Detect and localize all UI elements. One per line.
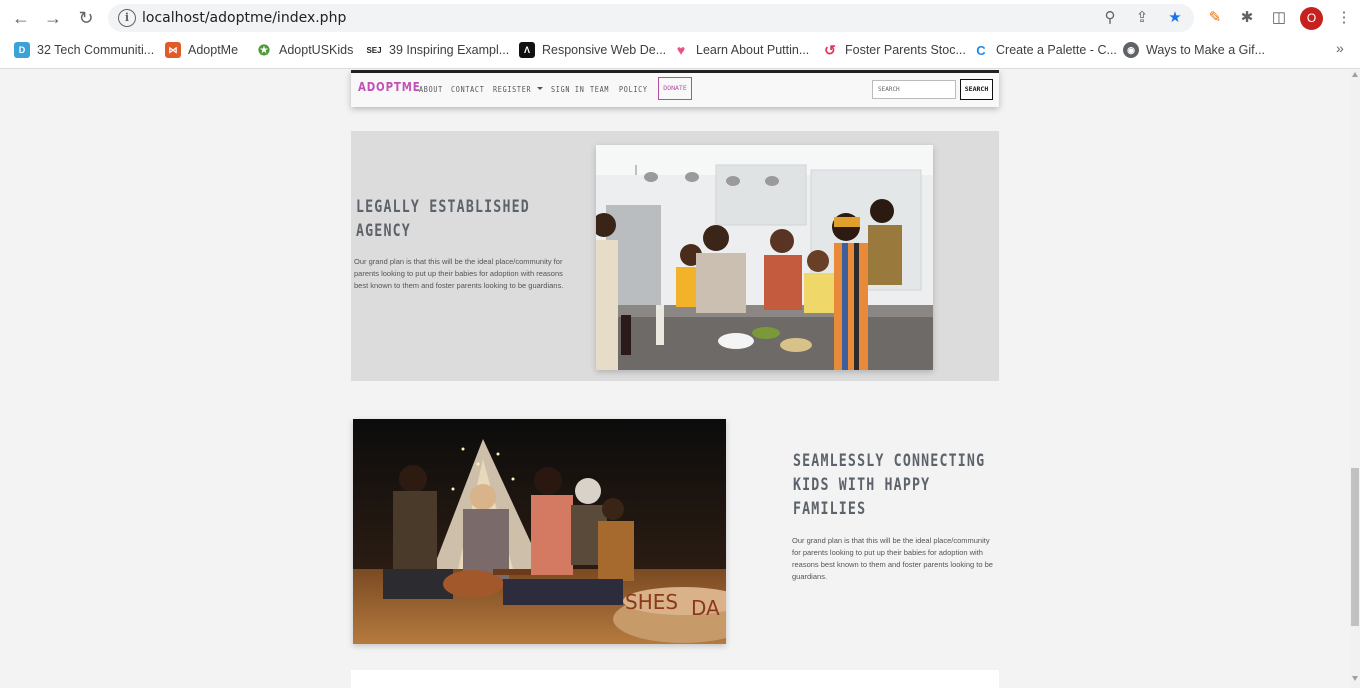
browser-chrome: ← → ↻ i localhost/adoptme/index.php ⚲ ⇪ … xyxy=(0,0,1360,69)
section-heading: LEGALLY ESTABLISHED AGENCY xyxy=(356,197,530,241)
extension-pen-icon[interactable]: ✎ xyxy=(1205,8,1225,28)
share-icon[interactable]: ⇪ xyxy=(1132,8,1152,28)
bookmark-item[interactable]: ♥ Learn About Puttin... xyxy=(673,40,809,60)
nav-contact[interactable]: CONTACT xyxy=(451,85,484,94)
zoom-icon[interactable]: ⚲ xyxy=(1100,8,1120,28)
donate-button[interactable]: DONATE xyxy=(658,77,692,100)
coolors-icon: C xyxy=(976,42,986,58)
site-info-icon[interactable]: i xyxy=(118,9,136,27)
menu-kebab-icon[interactable]: ⋮ xyxy=(1334,8,1354,28)
bookmark-item[interactable]: ↺ Foster Parents Stoc... xyxy=(822,40,966,60)
section-legally-established: LEGALLY ESTABLISHED AGENCY Our grand pla… xyxy=(351,131,999,381)
extensions-puzzle-icon[interactable]: ✱ xyxy=(1237,8,1257,28)
back-arrow-icon[interactable]: ← xyxy=(9,6,33,30)
scroll-up-arrow-icon[interactable] xyxy=(1352,72,1358,77)
responsive-icon: Λ xyxy=(519,42,535,58)
bookmark-item[interactable]: SEJ 39 Inspiring Exampl... xyxy=(366,40,509,60)
next-section xyxy=(351,670,999,688)
forward-arrow-icon[interactable]: → xyxy=(41,6,65,30)
search-button[interactable]: SEARCH xyxy=(960,79,993,100)
bookmark-item[interactable]: ⋈ AdoptMe xyxy=(165,40,238,60)
heart-icon: ♥ xyxy=(676,42,686,58)
nav-policy[interactable]: POLICY xyxy=(619,85,648,94)
bookmark-item[interactable]: ✪ AdoptUSKids xyxy=(256,40,353,60)
campfire-family-photo: SHES DA xyxy=(353,419,726,644)
sej-icon: SEJ xyxy=(366,45,382,55)
search-input[interactable]: SEARCH xyxy=(872,80,956,99)
reload-icon[interactable]: ↻ xyxy=(74,6,98,30)
xampp-icon: ⋈ xyxy=(165,42,181,58)
bookmark-item[interactable]: ◉ Ways to Make a Gif... xyxy=(1123,40,1265,60)
side-panel-icon[interactable]: ◫ xyxy=(1269,8,1289,28)
section-heading: SEAMLESSLY CONNECTING KIDS WITH HAPPY FA… xyxy=(793,451,986,519)
nav-team[interactable]: TEAM xyxy=(590,85,609,94)
bookmarks-bar: D 32 Tech Communiti... ⋈ AdoptMe ✪ AdoptUSK… xyxy=(0,38,1360,62)
nav-sign-in[interactable]: SIGN IN xyxy=(551,85,584,94)
svg-text:DA: DA xyxy=(691,596,720,620)
nav-about[interactable]: ABOUT xyxy=(419,85,443,94)
page-viewport: ADOPTME ABOUT CONTACT REGISTER SIGN IN T… xyxy=(0,70,1350,688)
blue-square-icon: D xyxy=(14,42,30,58)
address-bar[interactable]: i localhost/adoptme/index.php ⚲ ⇪ ★ xyxy=(108,4,1194,32)
section-text: Our grand plan is that this will be the … xyxy=(792,536,993,581)
svg-text:SHES: SHES xyxy=(625,590,678,614)
url-text[interactable]: localhost/adoptme/index.php xyxy=(142,10,346,26)
family-kitchen-illustration xyxy=(596,145,933,370)
nav-register[interactable]: REGISTER xyxy=(493,85,531,94)
site-navbar: ADOPTME ABOUT CONTACT REGISTER SIGN IN T… xyxy=(351,70,999,107)
person-star-icon: ✪ xyxy=(258,41,270,58)
address-row: ← → ↻ i localhost/adoptme/index.php ⚲ ⇪ … xyxy=(0,0,1360,36)
bookmark-star-icon[interactable]: ★ xyxy=(1165,8,1185,28)
scrollbar-thumb[interactable] xyxy=(1351,468,1359,626)
spiral-icon: ↺ xyxy=(824,41,836,58)
section-text: Our grand plan is that this will be the … xyxy=(354,257,564,290)
bookmark-item[interactable]: C Create a Palette - C... xyxy=(973,40,1117,60)
profile-avatar[interactable]: O xyxy=(1300,7,1323,30)
bookmarks-overflow-icon[interactable]: » xyxy=(1336,40,1344,56)
family-kitchen-photo xyxy=(596,145,933,370)
bookmark-item[interactable]: D 32 Tech Communiti... xyxy=(14,40,154,60)
navbar-top-strip xyxy=(351,70,999,73)
register-dropdown-caret-icon[interactable] xyxy=(537,87,543,90)
scroll-down-arrow-icon[interactable] xyxy=(1352,676,1358,681)
site-logo[interactable]: ADOPTME xyxy=(358,80,421,94)
bookmark-item[interactable]: Λ Responsive Web De... xyxy=(519,40,666,60)
campfire-family-illustration: SHES DA xyxy=(353,419,726,644)
globe-icon: ◉ xyxy=(1123,42,1139,58)
